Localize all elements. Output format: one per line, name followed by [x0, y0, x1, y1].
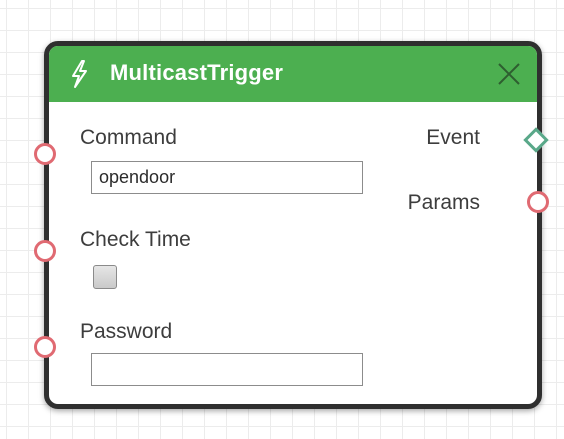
password-input-port[interactable] [34, 336, 56, 358]
close-icon[interactable] [495, 60, 523, 88]
password-input[interactable] [91, 353, 363, 386]
command-label: Command [80, 126, 177, 149]
node-title: MulticastTrigger [110, 60, 284, 85]
command-input[interactable] [91, 161, 363, 194]
params-output-port[interactable] [527, 191, 549, 213]
check-time-label: Check Time [80, 228, 191, 251]
lightning-bolt-icon [72, 60, 87, 88]
password-label: Password [80, 320, 173, 343]
check-time-checkbox[interactable] [93, 265, 117, 289]
command-input-port[interactable] [34, 143, 56, 165]
event-output-label: Event [426, 126, 480, 149]
event-output-port[interactable] [523, 127, 549, 153]
multicast-trigger-node[interactable]: MulticastTrigger Command Check Time Pass… [34, 41, 549, 409]
check-time-input-port[interactable] [34, 240, 56, 262]
node-header[interactable]: MulticastTrigger [49, 46, 537, 102]
params-output-label: Params [407, 191, 480, 214]
